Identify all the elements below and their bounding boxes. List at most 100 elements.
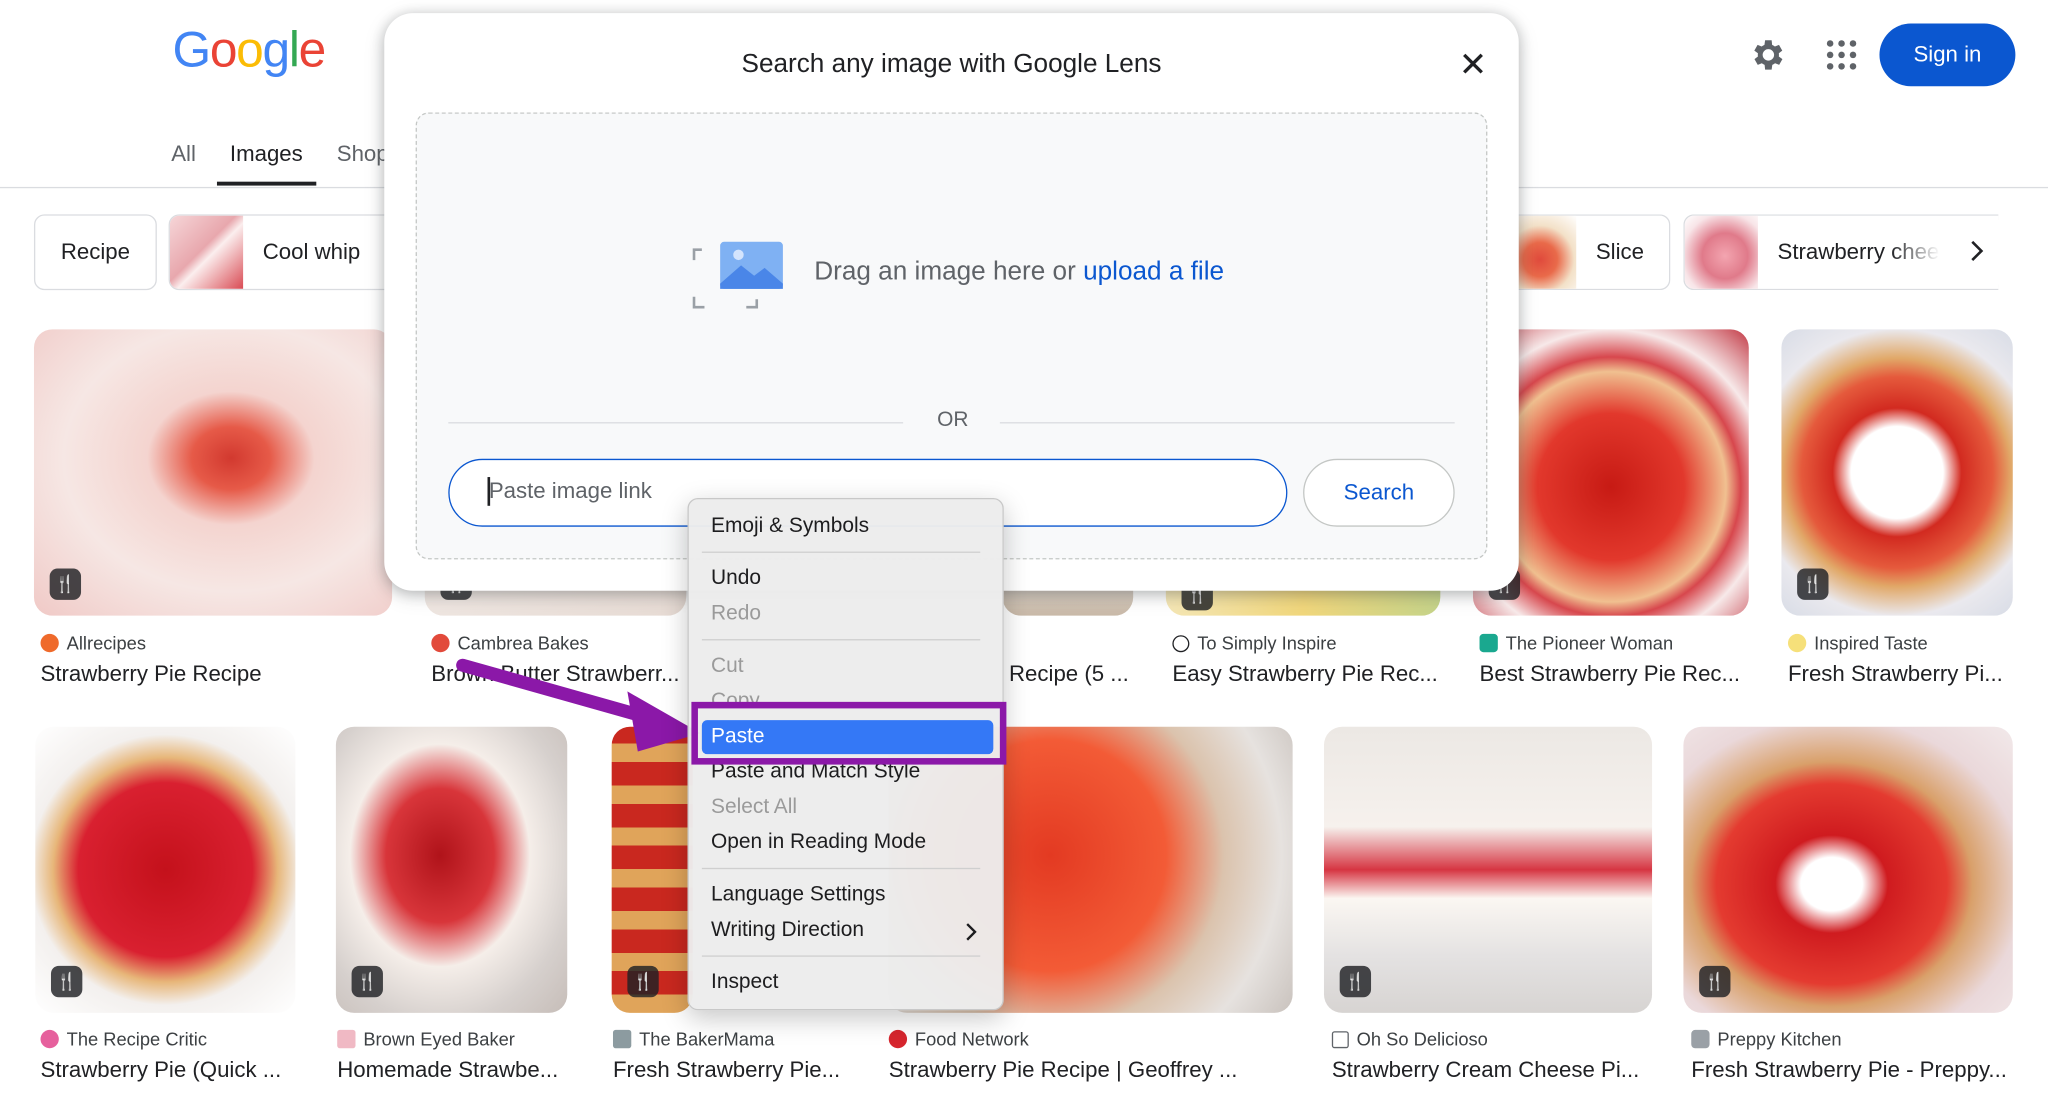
- result-image[interactable]: 🍴: [35, 726, 296, 1013]
- result-source[interactable]: Inspired Taste: [1787, 633, 1928, 654]
- favicon-icon: [888, 1029, 908, 1049]
- chip-label: Cool whip: [262, 239, 361, 265]
- chip-cool-whip[interactable]: Cool whip: [168, 214, 407, 291]
- apps-grid-icon[interactable]: [1822, 35, 1861, 74]
- result-title[interactable]: Strawberry Pie (Quick ...: [41, 1057, 302, 1083]
- logo-letter: G: [172, 23, 212, 79]
- logo-letter: o: [209, 23, 238, 79]
- menu-item-writing-direction[interactable]: Writing Direction: [711, 919, 864, 943]
- source-name: Preppy Kitchen: [1717, 1028, 1842, 1050]
- text-caret: [487, 477, 490, 506]
- favicon-icon: [40, 633, 59, 653]
- submenu-chevron-icon: [966, 923, 977, 941]
- favicon-icon: [1331, 1030, 1349, 1048]
- logo-letter: g: [262, 23, 291, 79]
- result-image[interactable]: 🍴: [335, 726, 568, 1013]
- favicon-icon: [612, 1029, 632, 1049]
- source-name: The BakerMama: [639, 1028, 775, 1050]
- recipe-icon: 🍴: [1797, 568, 1829, 600]
- chip-thumbnail: [1516, 215, 1577, 289]
- tab-images[interactable]: Images: [216, 139, 316, 189]
- google-logo[interactable]: Google: [172, 23, 327, 80]
- source-name: Brown Eyed Baker: [363, 1028, 515, 1050]
- menu-separator: [701, 639, 981, 641]
- favicon-icon: [1787, 633, 1807, 653]
- divider: [448, 422, 904, 424]
- source-name: The Pioneer Woman: [1505, 632, 1674, 654]
- result-title[interactable]: Strawberry Pie Recipe | Geoffrey ...: [889, 1057, 1294, 1083]
- menu-item-reading-mode[interactable]: Open in Reading Mode: [711, 831, 926, 855]
- tab-shopping[interactable]: Shop: [337, 139, 389, 189]
- menu-item-redo: Redo: [711, 602, 762, 625]
- image-drop-zone[interactable]: Drag an image here or upload a file OR P…: [415, 112, 1488, 560]
- logo-letter: l: [288, 23, 300, 79]
- result-title[interactable]: Strawberry Cream Cheese Pi...: [1332, 1057, 1659, 1083]
- chip-recipe[interactable]: Recipe: [33, 214, 157, 291]
- result-source[interactable]: Brown Eyed Baker: [337, 1029, 515, 1050]
- result-title[interactable]: Easy Strawberry Pie Rec...: [1172, 661, 1446, 687]
- chip-label: Recipe: [60, 239, 130, 265]
- source-name: Oh So Delicioso: [1356, 1028, 1488, 1050]
- result-source[interactable]: The Recipe Critic: [40, 1028, 207, 1050]
- chevron-right-icon[interactable]: [1961, 235, 1992, 266]
- result-source[interactable]: Food Network: [888, 1028, 1029, 1050]
- gear-icon[interactable]: [1749, 35, 1788, 74]
- favicon-icon: [40, 1029, 59, 1049]
- favicon-icon: [1691, 1029, 1710, 1049]
- favicon-icon: [337, 1029, 356, 1049]
- result-source[interactable]: The Pioneer Woman: [1479, 632, 1674, 654]
- chip-slice[interactable]: Slice: [1516, 214, 1671, 291]
- search-button[interactable]: Search: [1303, 458, 1455, 527]
- result-title[interactable]: Best Strawberry Pie Rec...: [1480, 661, 1754, 687]
- menu-separator: [701, 867, 981, 870]
- result-title[interactable]: Strawberry Pie Recipe: [41, 661, 394, 687]
- result-title[interactable]: Fresh Strawberry Pi...: [1788, 661, 2013, 687]
- logo-letter: e: [298, 23, 327, 79]
- input-placeholder: Paste image link: [488, 478, 652, 504]
- upload-file-link[interactable]: upload a file: [1083, 257, 1224, 286]
- menu-item-cut: Cut: [711, 654, 744, 678]
- close-icon[interactable]: ✕: [1456, 47, 1490, 81]
- result-image[interactable]: 🍴: [611, 726, 693, 1013]
- source-name: The Recipe Critic: [66, 1028, 207, 1050]
- source-name: Allrecipes: [66, 632, 146, 654]
- result-source[interactable]: The BakerMama: [612, 1028, 775, 1050]
- menu-separator: [701, 551, 981, 553]
- menu-item-inspect[interactable]: Inspect: [711, 971, 778, 995]
- result-source[interactable]: Oh So Delicioso: [1331, 1028, 1488, 1050]
- result-title[interactable]: Fresh Strawberry Pie - Preppy...: [1691, 1057, 2018, 1083]
- result-image[interactable]: 🍴: [1683, 726, 2013, 1013]
- tab-all[interactable]: All: [171, 139, 196, 189]
- menu-item-undo[interactable]: Undo: [711, 567, 761, 591]
- recipe-icon: 🍴: [1699, 965, 1731, 998]
- result-image[interactable]: 🍴: [33, 329, 393, 616]
- recipe-icon: 🍴: [49, 568, 82, 600]
- sign-in-button[interactable]: Sign in: [1879, 23, 2016, 87]
- source-name: To Simply Inspire: [1197, 632, 1337, 654]
- result-title[interactable]: Homemade Strawbe...: [337, 1057, 572, 1083]
- annotation-highlight-box: [691, 701, 1007, 765]
- source-name: Food Network: [914, 1028, 1029, 1050]
- menu-item-emoji-symbols[interactable]: Emoji & Symbols: [711, 515, 869, 539]
- result-title[interactable]: Recipe (5 ...: [1009, 661, 1140, 687]
- chip-label: Strawberry chee: [1777, 239, 1940, 265]
- chip-strawberry-cheesecake[interactable]: Strawberry chee: [1683, 214, 1999, 291]
- heart-icon: [1172, 634, 1190, 652]
- menu-item-select-all: Select All: [711, 795, 798, 819]
- recipe-icon: 🍴: [50, 965, 83, 998]
- menu-item-language-settings[interactable]: Language Settings: [711, 884, 885, 908]
- image-upload-icon: [692, 241, 783, 309]
- result-image[interactable]: 🍴: [1323, 726, 1653, 1013]
- dialog-title: Search any image with Google Lens: [741, 49, 1162, 79]
- drag-text: Drag an image here or: [814, 257, 1076, 287]
- result-image[interactable]: 🍴: [1781, 329, 2013, 616]
- drag-instructions: Drag an image here or upload a file: [814, 257, 1224, 287]
- menu-separator: [701, 955, 981, 957]
- annotation-arrow: [456, 658, 701, 752]
- result-source[interactable]: Preppy Kitchen: [1691, 1028, 1842, 1050]
- result-source[interactable]: Allrecipes: [40, 632, 146, 654]
- result-source[interactable]: To Simply Inspire: [1172, 632, 1337, 654]
- chip-thumbnail: [169, 215, 244, 289]
- chip-thumbnail: [1684, 215, 1758, 289]
- result-title[interactable]: Fresh Strawberry Pie...: [613, 1057, 861, 1083]
